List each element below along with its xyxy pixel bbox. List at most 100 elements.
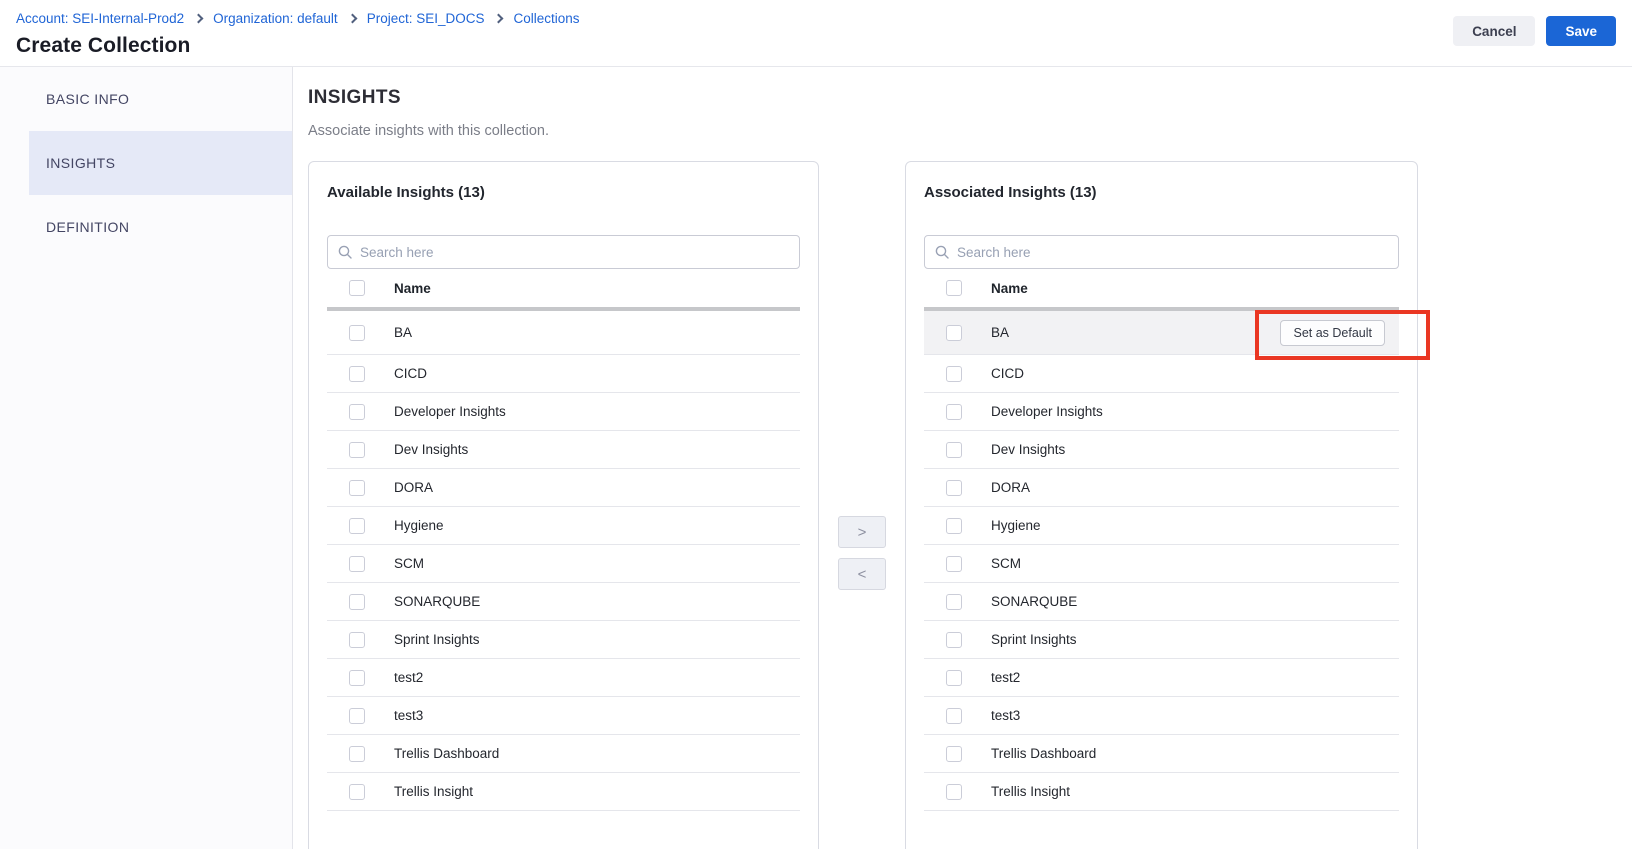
insight-row[interactable]: Trellis Dashboard bbox=[327, 735, 800, 773]
main-content: INSIGHTS Associate insights with this co… bbox=[293, 67, 1632, 849]
insight-row[interactable]: Developer Insights bbox=[924, 393, 1399, 431]
insight-name: test3 bbox=[991, 708, 1020, 723]
insight-name: Sprint Insights bbox=[394, 632, 480, 647]
insight-row[interactable]: Dev Insights bbox=[924, 431, 1399, 469]
insight-row[interactable]: test2 bbox=[327, 659, 800, 697]
available-panel-title: Available Insights (13) bbox=[327, 184, 800, 201]
breadcrumb-link[interactable]: Organization: default bbox=[213, 11, 338, 26]
insight-row[interactable]: CICD bbox=[924, 355, 1399, 393]
insight-row[interactable]: Hygiene bbox=[327, 507, 800, 545]
move-right-button[interactable]: > bbox=[838, 516, 886, 548]
insight-row[interactable]: Sprint Insights bbox=[327, 621, 800, 659]
associated-search-input[interactable] bbox=[957, 245, 1388, 260]
insight-row[interactable]: Trellis Dashboard bbox=[924, 735, 1399, 773]
insight-name: SCM bbox=[394, 556, 424, 571]
insight-row[interactable]: test2 bbox=[924, 659, 1399, 697]
available-search-box bbox=[327, 235, 800, 269]
row-checkbox[interactable] bbox=[946, 480, 962, 496]
breadcrumb-link[interactable]: Project: SEI_DOCS bbox=[367, 11, 485, 26]
available-search-input[interactable] bbox=[360, 245, 789, 260]
insight-name: BA bbox=[991, 325, 1009, 340]
insight-name: SONARQUBE bbox=[991, 594, 1077, 609]
insight-panels: Available Insights (13) Name BACICDDevel… bbox=[308, 161, 1632, 849]
row-checkbox[interactable] bbox=[349, 594, 365, 610]
associated-select-all-checkbox[interactable] bbox=[946, 280, 962, 296]
row-checkbox[interactable] bbox=[349, 670, 365, 686]
insight-name: DORA bbox=[991, 480, 1030, 495]
insight-name: test2 bbox=[991, 670, 1020, 685]
cancel-button[interactable]: Cancel bbox=[1453, 16, 1535, 46]
chevron-right-icon bbox=[494, 13, 504, 23]
insight-row[interactable]: CICD bbox=[327, 355, 800, 393]
move-left-button[interactable]: < bbox=[838, 558, 886, 590]
insight-row[interactable]: SCM bbox=[924, 545, 1399, 583]
insight-row[interactable]: BA Set as Default bbox=[924, 311, 1399, 355]
insight-row[interactable]: SONARQUBE bbox=[924, 583, 1399, 621]
row-checkbox[interactable] bbox=[946, 594, 962, 610]
insight-row[interactable]: test3 bbox=[327, 697, 800, 735]
row-checkbox[interactable] bbox=[946, 325, 962, 341]
insight-row[interactable]: DORA bbox=[924, 469, 1399, 507]
row-checkbox[interactable] bbox=[349, 404, 365, 420]
breadcrumb-link[interactable]: Account: SEI-Internal-Prod2 bbox=[16, 11, 184, 26]
row-checkbox[interactable] bbox=[946, 784, 962, 800]
row-checkbox[interactable] bbox=[349, 366, 365, 382]
insight-row[interactable]: Hygiene bbox=[924, 507, 1399, 545]
insight-name: test3 bbox=[394, 708, 423, 723]
row-checkbox[interactable] bbox=[349, 480, 365, 496]
row-checkbox[interactable] bbox=[349, 325, 365, 341]
available-insights-panel: Available Insights (13) Name BACICD Devel… bbox=[308, 161, 819, 849]
row-checkbox[interactable] bbox=[946, 632, 962, 648]
set-as-default-button[interactable]: Set as Default bbox=[1280, 320, 1385, 346]
row-checkbox[interactable] bbox=[946, 670, 962, 686]
insight-name: Developer Insights bbox=[991, 404, 1103, 419]
row-checkbox[interactable] bbox=[946, 442, 962, 458]
associated-table-header: Name bbox=[924, 269, 1399, 311]
insight-row[interactable]: Developer Insights bbox=[327, 393, 800, 431]
insight-row[interactable]: Dev Insights bbox=[327, 431, 800, 469]
section-subtitle: Associate insights with this collection. bbox=[308, 123, 1632, 139]
row-checkbox[interactable] bbox=[349, 442, 365, 458]
insight-row[interactable]: Trellis Insight bbox=[327, 773, 800, 811]
row-checkbox[interactable] bbox=[349, 784, 365, 800]
row-checkbox[interactable] bbox=[349, 518, 365, 534]
save-button[interactable]: Save bbox=[1546, 16, 1616, 46]
insight-name: Trellis Dashboard bbox=[991, 746, 1096, 761]
search-icon bbox=[935, 245, 949, 259]
top-bar-actions: Cancel Save bbox=[1453, 16, 1616, 46]
sidebar-item-insights[interactable]: INSIGHTS bbox=[29, 131, 292, 195]
row-checkbox[interactable] bbox=[349, 746, 365, 762]
row-checkbox[interactable] bbox=[946, 556, 962, 572]
available-select-all-checkbox[interactable] bbox=[349, 280, 365, 296]
row-checkbox[interactable] bbox=[349, 556, 365, 572]
insight-row[interactable]: Trellis Insight bbox=[924, 773, 1399, 811]
row-checkbox[interactable] bbox=[349, 632, 365, 648]
page-layout: BASIC INFOINSIGHTSDEFINITION INSIGHTS As… bbox=[0, 67, 1632, 849]
insight-row[interactable]: SCM bbox=[327, 545, 800, 583]
breadcrumb-link[interactable]: Collections bbox=[513, 11, 579, 26]
insight-name: SCM bbox=[991, 556, 1021, 571]
row-checkbox[interactable] bbox=[946, 404, 962, 420]
insight-row[interactable]: BA bbox=[327, 311, 800, 355]
insight-name: Trellis Insight bbox=[991, 784, 1070, 799]
sidebar-item-definition[interactable]: DEFINITION bbox=[29, 195, 292, 259]
page-title: Create Collection bbox=[16, 34, 580, 58]
insight-row[interactable]: Sprint Insights bbox=[924, 621, 1399, 659]
insight-name: Trellis Insight bbox=[394, 784, 473, 799]
insight-name: Sprint Insights bbox=[991, 632, 1077, 647]
row-checkbox[interactable] bbox=[946, 366, 962, 382]
available-table-header: Name bbox=[327, 269, 800, 311]
row-checkbox[interactable] bbox=[946, 746, 962, 762]
row-checkbox[interactable] bbox=[946, 518, 962, 534]
associated-panel-title: Associated Insights (13) bbox=[924, 184, 1399, 201]
insight-name: Trellis Dashboard bbox=[394, 746, 499, 761]
top-bar-left: Account: SEI-Internal-Prod2 Organization:… bbox=[16, 9, 580, 58]
insight-name: DORA bbox=[394, 480, 433, 495]
insight-name: Developer Insights bbox=[394, 404, 506, 419]
row-checkbox[interactable] bbox=[349, 708, 365, 724]
row-checkbox[interactable] bbox=[946, 708, 962, 724]
insight-row[interactable]: DORA bbox=[327, 469, 800, 507]
insight-row[interactable]: test3 bbox=[924, 697, 1399, 735]
insight-row[interactable]: SONARQUBE bbox=[327, 583, 800, 621]
sidebar-item-basic-info[interactable]: BASIC INFO bbox=[29, 67, 292, 131]
